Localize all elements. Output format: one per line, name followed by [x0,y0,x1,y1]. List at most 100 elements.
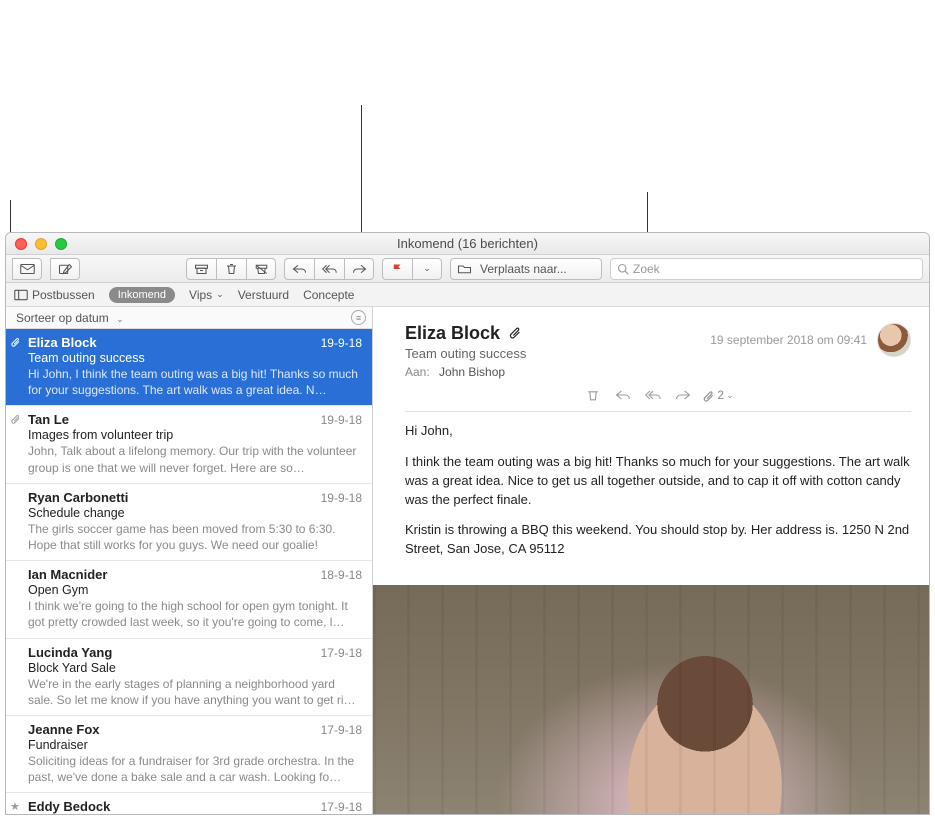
message-sender: Tan Le [28,412,69,427]
search-placeholder: Zoek [633,262,660,276]
junk-icon [254,262,269,276]
message-date: 19-9-18 [321,491,362,505]
message-row[interactable]: Jeanne Fox17-9-18FundraiserSoliciting id… [6,716,372,793]
trash-icon [224,262,239,276]
filter-icon: ≡ [356,313,361,323]
mailboxes-toggle[interactable]: Postbussen [14,288,95,302]
compose-icon [58,262,73,276]
sort-button[interactable]: Sorteer op datum ⌄ [16,311,124,325]
filter-button[interactable]: ≡ [351,310,366,325]
star-icon: ★ [10,800,20,813]
attachments-button[interactable]: 2 ⌄ [698,385,737,405]
body-paragraph: Kristin is throwing a BBQ this weekend. … [405,521,911,559]
fav-inbox[interactable]: Inkomend [109,287,175,303]
fav-label: Vips [189,288,212,302]
sort-label: Sorteer op datum [16,311,109,325]
get-mail-button[interactable] [12,258,42,280]
action-forward[interactable] [668,385,698,405]
message-subject: Block Yard Sale [28,661,362,675]
action-delete[interactable] [578,385,608,405]
search-input[interactable]: Zoek [610,258,923,280]
action-reply-all[interactable] [638,385,668,405]
message-sender: Eliza Block [28,335,97,350]
message-date: 19-9-18 [321,336,362,350]
window-close-button[interactable] [15,238,27,250]
attachment-image [373,585,929,814]
flag-icon [390,262,405,276]
envelope-icon [20,262,35,276]
message-subject: Fundraiser [28,738,362,752]
message-sender: Eddy Bedock [28,799,110,814]
message-subject: Open Gym [28,583,362,597]
attachment-icon [508,323,522,344]
flag-button[interactable] [382,258,412,280]
chevron-down-icon: ⌄ [726,390,734,401]
message-subject: Images from volunteer trip [28,428,362,442]
search-icon [617,263,629,275]
paperclip-icon [702,389,715,402]
message-sender: Ian Macnider [28,567,107,582]
window-minimize-button[interactable] [35,238,47,250]
sidebar-icon [14,289,28,301]
message-row[interactable]: Ryan Carbonetti 19-9-18Schedule changeThe… [6,484,372,561]
junk-button[interactable] [246,258,276,280]
message-list-pane: Sorteer op datum ⌄ ≡ Eliza Block19-9-18T… [6,307,373,814]
toolbar: ⌄ Verplaats naar... Zoek [6,255,929,283]
delete-button[interactable] [216,258,246,280]
reply-icon [615,388,631,402]
message-sender: Ryan Carbonetti [28,490,128,505]
fav-drafts[interactable]: Concepte [303,288,354,302]
message-row[interactable]: Ian Macnider 18-9-18Open GymI think we're… [6,561,372,638]
message-from: Eliza Block [405,323,500,344]
archive-icon [194,262,209,276]
flag-menu-button[interactable]: ⌄ [412,258,442,280]
chevron-down-icon: ⌄ [423,263,431,274]
message-subject: Schedule change [28,506,362,520]
message-preview: John, Talk about a lifelong memory. Our … [28,443,362,475]
forward-icon [675,388,691,402]
message-date: 17-9-18 [321,723,362,737]
fav-vips[interactable]: Vips ⌄ [189,288,224,302]
reply-all-button[interactable] [314,258,344,280]
sort-bar: Sorteer op datum ⌄ ≡ [6,307,372,329]
message-row[interactable]: Lucinda Yang17-9-18Block Yard SaleWe're … [6,639,372,716]
attach-count: 2 [717,388,724,402]
message-date: 19-9-18 [321,413,362,427]
move-to-button[interactable]: Verplaats naar... [450,258,602,280]
reply-all-icon [322,262,337,276]
message-actions: 2 ⌄ [405,383,911,412]
forward-icon [352,262,367,276]
message-preview: The girls soccer game has been moved fro… [28,521,362,553]
paperclip-icon [10,336,21,350]
forward-button[interactable] [344,258,374,280]
message-row[interactable]: Tan Le 19-9-18Images from volunteer tripJ… [6,406,372,483]
message-body: Hi John, I think the team outing was a b… [373,412,929,585]
favorites-bar: Postbussen Inkomend Vips ⌄ Verstuurd Con… [6,283,929,307]
reply-icon [292,262,307,276]
message-date: 17-9-18 [321,646,362,660]
archive-button[interactable] [186,258,216,280]
message-row[interactable]: ★Eddy Bedock17-9-18Coming to TownHey, st… [6,793,372,814]
reader-pane: 19 september 2018 om 09:41 Eliza Block T… [373,307,929,814]
body-paragraph: Hi John, [405,422,911,441]
action-reply[interactable] [608,385,638,405]
chevron-down-icon: ⌄ [216,289,224,300]
folder-icon [457,262,472,276]
paperclip-icon [10,413,21,427]
message-preview: Hi John, I think the team outing was a b… [28,366,362,398]
message-preview: We're in the early stages of planning a … [28,676,362,708]
fav-sent[interactable]: Verstuurd [238,288,289,302]
message-date: 18-9-18 [321,568,362,582]
avatar [877,323,911,357]
message-sender: Jeanne Fox [28,722,100,737]
titlebar: Inkomend (16 berichten) [6,233,929,255]
window-zoom-button[interactable] [55,238,67,250]
message-date: 17-9-18 [321,800,362,814]
reply-button[interactable] [284,258,314,280]
trash-icon [585,388,601,402]
message-preview: I think we're going to the high school f… [28,598,362,630]
message-subject: Team outing success [28,351,362,365]
window-title: Inkomend (16 berichten) [6,236,929,251]
message-row[interactable]: Eliza Block 19-9-18Team outing successHi … [6,329,372,406]
compose-button[interactable] [50,258,80,280]
